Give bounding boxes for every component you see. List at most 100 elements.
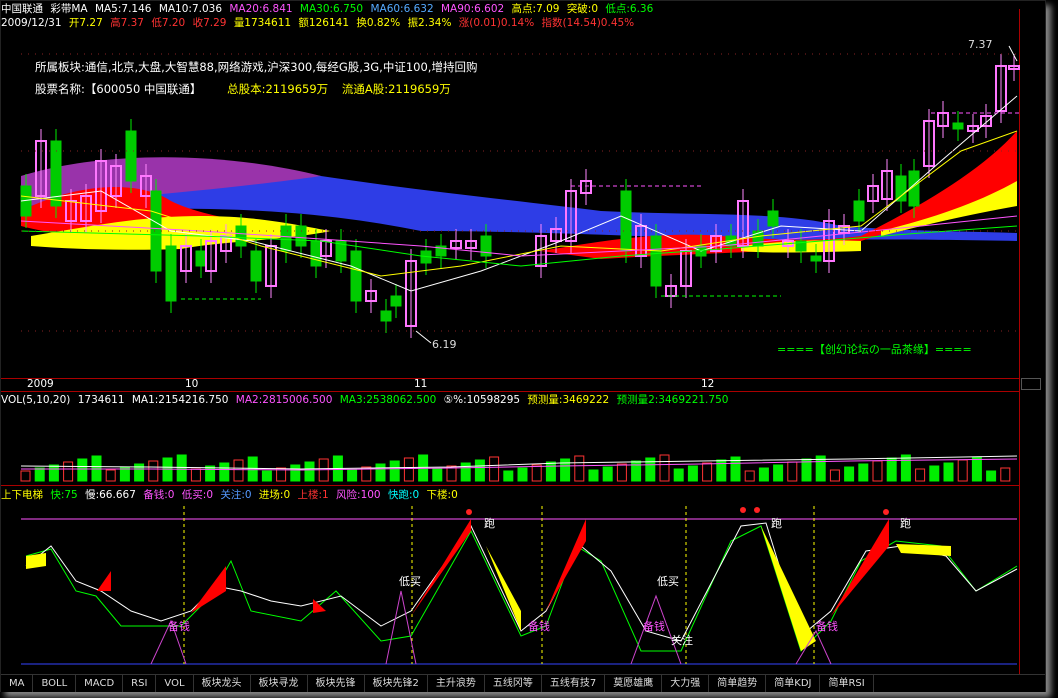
signal-title: 上下电梯 [1, 489, 43, 501]
candle-body [125, 130, 137, 182]
volume-header: VOL(5,10,20) 1734611 MA1:2154216.750 MA2… [1, 394, 732, 407]
volume-bar [148, 460, 159, 482]
low-price-mark: 6.19 [432, 338, 457, 351]
volume-bar [616, 463, 627, 482]
volume-bar [474, 459, 485, 482]
candle-body [280, 225, 292, 252]
signal-slow: 慢:66.667 [85, 489, 136, 501]
signal-red-rise-5 [97, 571, 111, 591]
chart-window[interactable]: 中国联通 彩带MA MA5:7.146 MA10:7.036 MA20:6.84… [0, 0, 1046, 692]
signal-enter: 进场:0 [258, 489, 291, 501]
indicator-tab[interactable]: 莫愿雄鹰 [605, 675, 663, 692]
volume-bar [20, 470, 31, 482]
candle-body [295, 225, 307, 247]
volume-bar [986, 470, 997, 482]
signal-reserve-label-2: 备钱 [528, 620, 550, 633]
volume-ma3: MA3:2538062.500 [339, 394, 437, 406]
signal-run-label-2: 跑 [771, 517, 782, 530]
signal-buy-low: 低买:0 [181, 489, 213, 501]
signal-red-rise-2 [546, 519, 586, 611]
volume-bar [403, 457, 414, 482]
candle-body [767, 210, 779, 227]
volume-bar [659, 454, 670, 482]
high-price-mark: 7.37 [968, 38, 993, 51]
signal-dot [883, 509, 889, 515]
volume-bar [190, 468, 201, 482]
indicator-tab[interactable]: 板块先锋2 [365, 675, 428, 692]
indicator-tab[interactable]: MA [1, 675, 34, 692]
indicator-tab[interactable]: 板块寻龙 [251, 675, 308, 692]
signal-header: 上下电梯 快:75 慢:66.667 备钱:0 低买:0 关注:0 进场:0 上… [1, 489, 462, 502]
candle-body [390, 295, 402, 307]
indicator-tab[interactable]: 板块先锋 [308, 675, 365, 692]
volume-value: 1734611 [77, 394, 125, 406]
volume-bar [460, 462, 471, 482]
volume-bar [503, 470, 514, 482]
signal-dot [754, 507, 760, 513]
signal-red-rise-1 [411, 519, 471, 616]
volume-bar [829, 469, 840, 482]
indicator-tab[interactable]: BOLL [33, 675, 77, 692]
indicator-tab[interactable]: 简单RSI [820, 675, 874, 692]
indicator-tab[interactable]: 板块龙头 [194, 675, 251, 692]
scroll-button[interactable] [1021, 378, 1041, 390]
volume-bar [489, 456, 500, 482]
volume-bar [872, 460, 883, 482]
signal-reserve-label-4: 备钱 [816, 620, 838, 633]
volume-bar [389, 460, 400, 482]
indicator-tab[interactable]: 简单KDJ [766, 675, 821, 692]
volume-bar [687, 465, 698, 482]
volume-bar [631, 460, 642, 482]
volume-bar [48, 464, 59, 482]
volume-bar [375, 463, 386, 482]
signal-up-floor: 上楼:1 [297, 489, 329, 501]
volume-bar [233, 459, 244, 482]
volume-ma1: MA1:2154216.750 [131, 394, 229, 406]
volume-bar [531, 464, 542, 482]
indicator-tab[interactable]: 简单趋势 [709, 675, 767, 692]
signal-yellow-fall-1 [486, 546, 521, 631]
candle-body [235, 225, 247, 247]
volume-bar [957, 459, 968, 482]
volume-bar [588, 469, 599, 482]
volume-bar [517, 467, 528, 482]
candle-body [250, 250, 262, 282]
volume-bar [929, 465, 940, 482]
indicator-tab[interactable]: 五线有技7 [542, 675, 606, 692]
volume-bar [432, 468, 443, 482]
indicator-tab[interactable]: RSI [123, 675, 157, 692]
signal-reserve-label-1: 备钱 [168, 620, 190, 633]
indicator-tab[interactable]: VOL [156, 675, 194, 692]
volume-bar [560, 458, 571, 482]
volume-bar [773, 464, 784, 482]
volume-bar [844, 466, 855, 482]
indicator-tab[interactable]: MACD [76, 675, 124, 692]
candle-body [150, 190, 162, 272]
indicator-tab[interactable]: 大力强 [662, 675, 710, 692]
signal-fast-run: 快跑:0 [387, 489, 420, 501]
axis-separator [1, 378, 1019, 379]
axis-oct: 10 [185, 378, 199, 390]
candle-body [310, 240, 322, 267]
volume-bar [758, 467, 769, 482]
volume-bar [105, 469, 116, 482]
indicator-tab[interactable]: 主升浪势 [428, 675, 485, 692]
volume-bar [702, 462, 713, 482]
volume-bar [77, 458, 88, 482]
volume-bar [290, 464, 301, 482]
indicator-tab-bar: MA BOLL MACD RSI VOL 板块龙头 板块寻龙 板块先锋 板块先锋2 主升浪势 五线冈… [1, 674, 1045, 692]
volume-bar [261, 470, 272, 482]
watermark: ====【创幻论坛の一品茶缘】==== [777, 343, 972, 356]
volume-bar [347, 469, 358, 482]
signal-reserve-label-3: 备钱 [643, 620, 665, 633]
low-mark-line [415, 330, 432, 344]
candle-body [810, 255, 822, 262]
indicator-tab[interactable]: 五线冈等 [485, 675, 542, 692]
volume-bar [574, 455, 585, 482]
signal-red-rise-4 [191, 566, 226, 613]
signal-yellow-fall-2 [761, 526, 816, 651]
volume-bar [673, 468, 684, 482]
candle-body [895, 175, 907, 202]
volume-bar [545, 461, 556, 482]
candle-body [853, 200, 865, 222]
